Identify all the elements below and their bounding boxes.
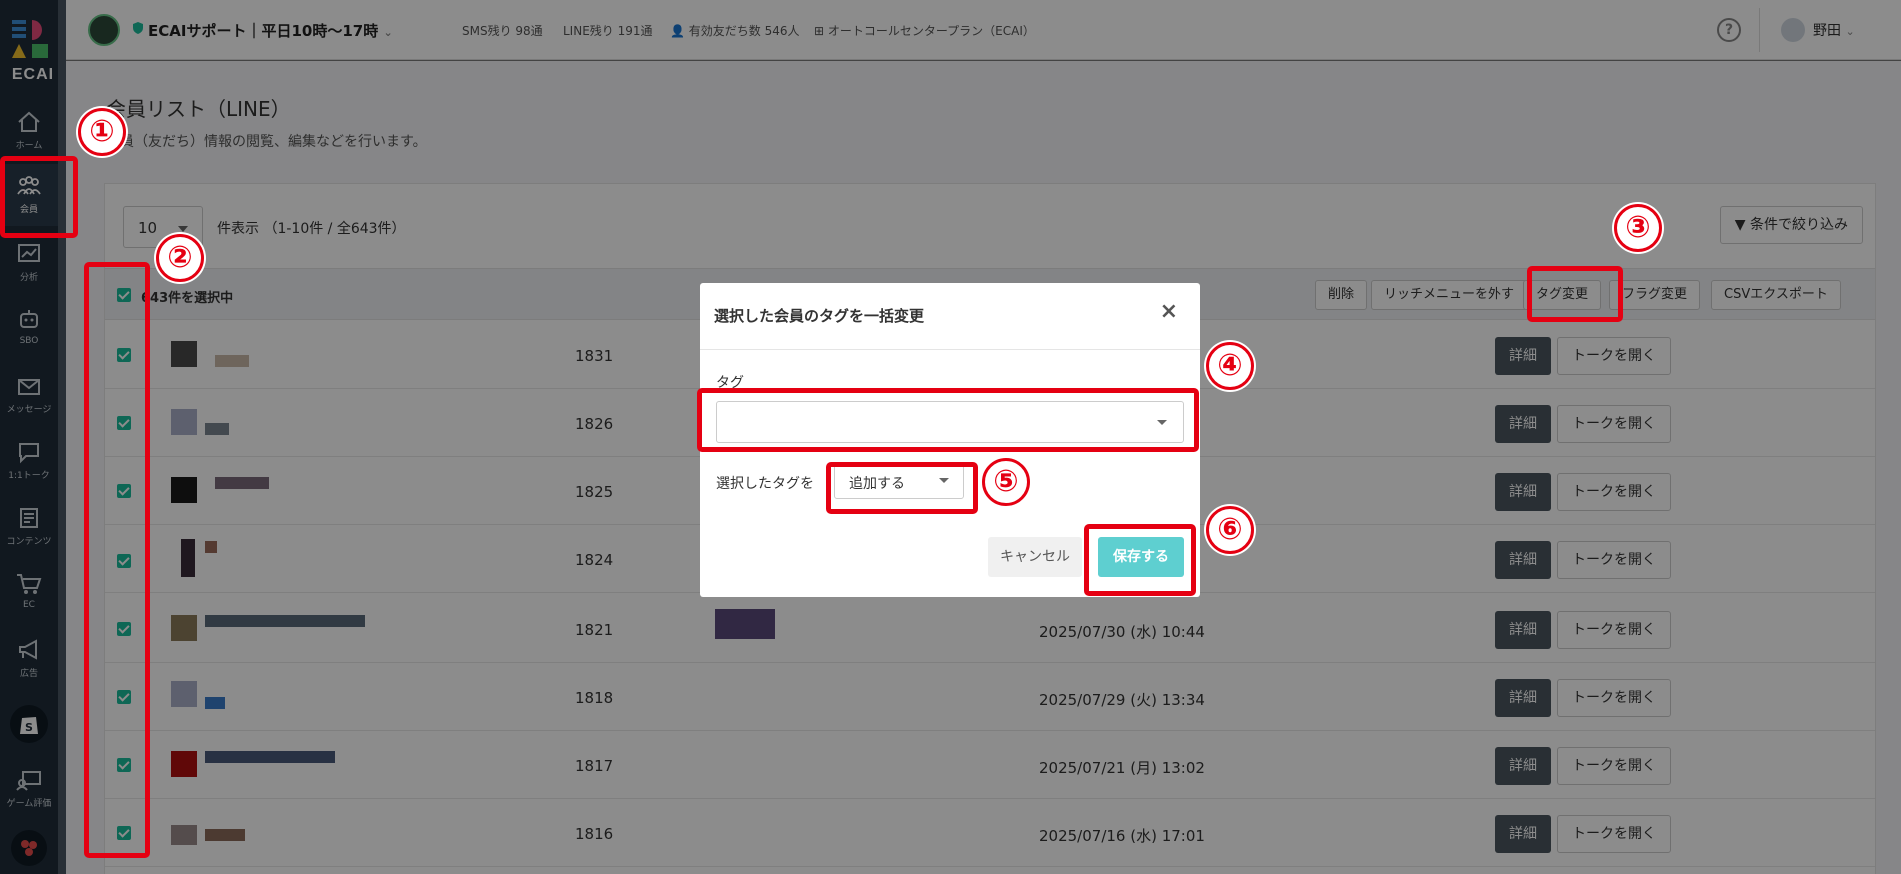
step-marker-2: ② <box>156 234 204 282</box>
highlight-save-button <box>1084 524 1196 596</box>
highlight-tag-change-button <box>1527 266 1623 322</box>
highlight-checkboxes <box>84 262 150 858</box>
highlight-tag-select <box>697 388 1199 452</box>
step-marker-1: ① <box>78 108 126 156</box>
modal-title: 選択した会員のタグを一括変更 <box>714 307 925 325</box>
step-marker-6: ⑥ <box>1206 506 1254 554</box>
highlight-members-nav <box>0 156 78 238</box>
close-icon[interactable]: × <box>1160 299 1178 324</box>
tag-mode-label: 選択したタグを <box>716 476 814 492</box>
cancel-button[interactable]: キャンセル <box>988 537 1082 577</box>
modal-divider <box>700 349 1200 350</box>
step-marker-3: ③ <box>1614 204 1662 252</box>
step-marker-5: ⑤ <box>982 458 1030 506</box>
highlight-mode-select <box>826 462 978 514</box>
step-marker-4: ④ <box>1206 342 1254 390</box>
